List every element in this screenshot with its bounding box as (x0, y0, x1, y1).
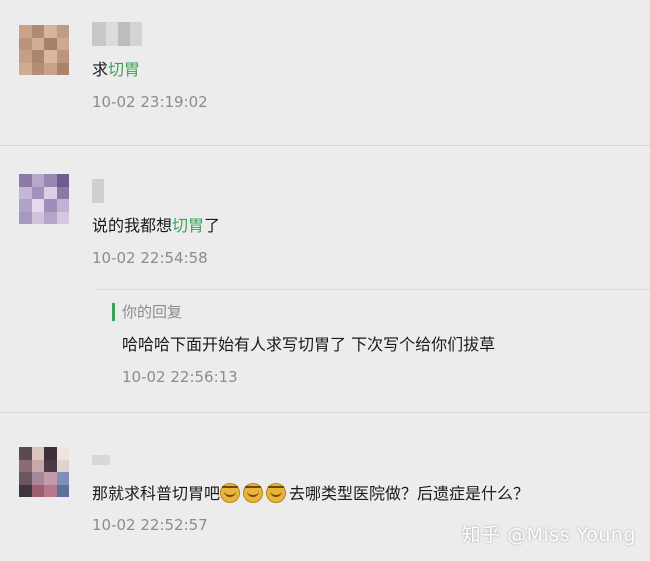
laughing-face-icon (266, 483, 287, 503)
reply-time: 10-02 22:56:13 (122, 368, 238, 386)
reply-divider (96, 289, 650, 290)
reply-indicator (112, 303, 115, 321)
comment-text: 说的我都想切胃了 (92, 216, 221, 235)
highlight-keyword[interactable]: 切胃 (172, 216, 204, 235)
comment-text: 那就求科普切胃吧 去哪类型医院做？后遗症是什么？ (92, 483, 530, 503)
avatar[interactable] (19, 174, 69, 224)
comment-time: 10-02 23:19:02 (92, 93, 208, 111)
comment-time: 10-02 22:54:58 (92, 249, 208, 267)
highlight-keyword[interactable]: 切胃 (108, 60, 140, 79)
divider (0, 145, 650, 146)
username[interactable] (92, 455, 110, 465)
laughing-face-icon (220, 483, 241, 503)
avatar[interactable] (19, 447, 69, 497)
username[interactable] (92, 22, 142, 46)
comment-time: 10-02 22:52:57 (92, 516, 208, 534)
comment-text: 求切胃 (92, 60, 141, 79)
username[interactable] (92, 179, 104, 203)
reply-label: 你的回复 (122, 303, 183, 321)
reply-text: 哈哈哈下面开始有人求写切胃了 下次写个给你们拔草 (122, 335, 496, 354)
laughing-face-icon (243, 483, 264, 503)
avatar[interactable] (19, 25, 69, 75)
watermark: 知乎 @Miss Young (461, 524, 636, 546)
divider (0, 412, 650, 413)
